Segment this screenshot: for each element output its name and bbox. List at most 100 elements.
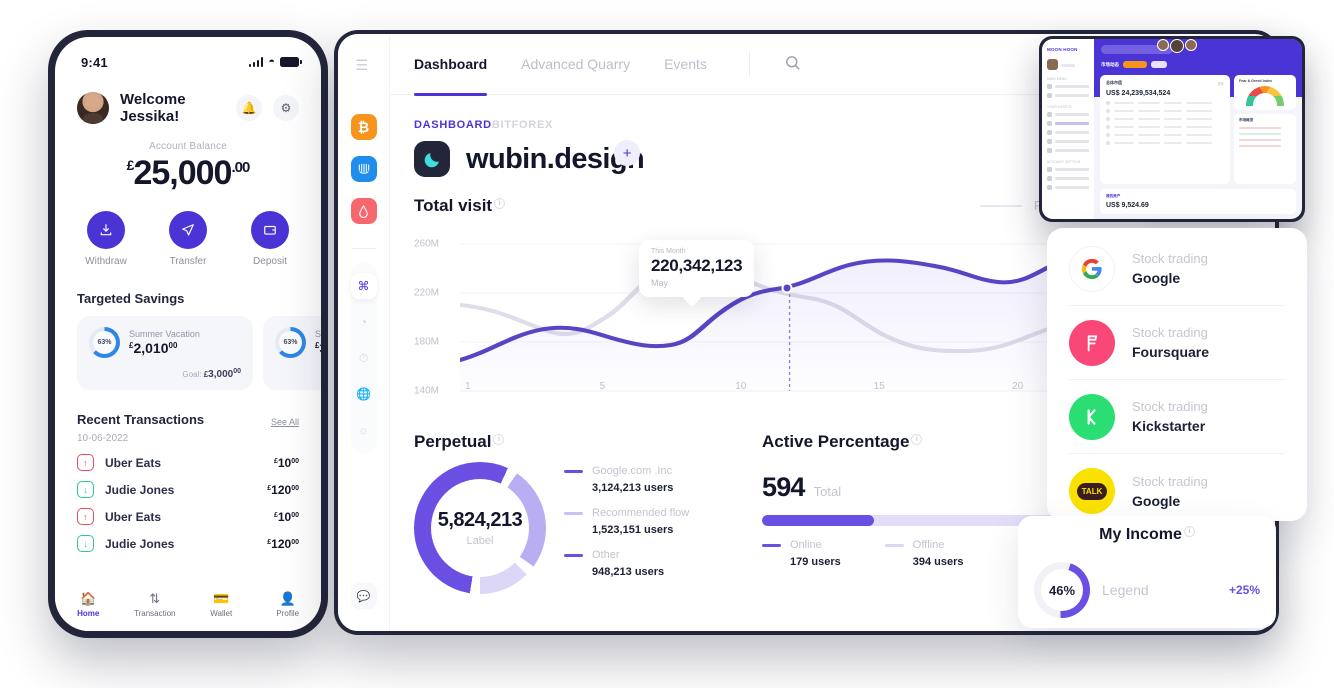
savings-card[interactable]: 63% Summe £3,41 bbox=[263, 316, 321, 390]
send-icon bbox=[169, 211, 207, 249]
withdraw-label: Withdraw bbox=[85, 256, 127, 267]
tab-advanced-quarry[interactable]: Advanced Quarry bbox=[521, 34, 630, 95]
stock-text: Stock trading Foursquare bbox=[1132, 325, 1209, 360]
mini-chip[interactable] bbox=[1151, 61, 1167, 68]
mini-overview-title: 市场概览 bbox=[1239, 118, 1254, 122]
savings-card-head: 63% Summer Vacation £2,01000 bbox=[89, 327, 241, 358]
status-icons: ◓ bbox=[248, 57, 302, 68]
globe-icon[interactable]: 🌐 bbox=[351, 381, 377, 407]
stock-row[interactable]: Stock trading Kickstarter bbox=[1069, 380, 1285, 454]
mini-nav-item[interactable] bbox=[1047, 84, 1089, 89]
tab-dashboard[interactable]: Dashboard bbox=[414, 34, 488, 96]
chat-icon[interactable]: 💬 bbox=[350, 583, 377, 609]
mini-chip[interactable] bbox=[1123, 61, 1147, 68]
chart-tooltip: This Month 220,342,123 May bbox=[639, 240, 755, 297]
legend-swatch bbox=[762, 543, 781, 547]
menu-icon[interactable]: ☰ bbox=[356, 58, 372, 72]
stock-subtitle: Stock trading bbox=[1132, 325, 1208, 340]
mini-table-row bbox=[1106, 109, 1224, 113]
legend-name: Online bbox=[790, 539, 822, 551]
notification-bell-button[interactable]: 🔔 bbox=[236, 95, 262, 121]
info-icon[interactable]: i bbox=[493, 434, 505, 445]
withdraw-button[interactable]: Withdraw bbox=[81, 211, 131, 267]
savings-card[interactable]: 63% Summer Vacation £2,01000 Goal: £3,00… bbox=[77, 316, 253, 390]
x-axis-tick: 1 bbox=[465, 381, 471, 392]
mini-nav-item[interactable] bbox=[1047, 93, 1089, 98]
phone-status-bar: 9:41 ◓ bbox=[55, 37, 321, 77]
x-axis-tick: 20 bbox=[1012, 381, 1024, 392]
account-balance: Account Balance £25,000.00 bbox=[55, 141, 321, 193]
bitcoin-icon[interactable]: ₿ bbox=[350, 114, 377, 140]
donut-chart: 5,824,213 Label bbox=[414, 462, 546, 594]
quick-actions: Withdraw Transfer Deposit bbox=[55, 211, 321, 267]
mini-section-label: MAIN MENU bbox=[1047, 77, 1068, 81]
mini-card-amount: US$ 24,239,534,524 bbox=[1106, 90, 1171, 97]
mini-nav-item[interactable] bbox=[1047, 167, 1089, 172]
kakaotalk-icon: TALK bbox=[1069, 468, 1115, 514]
see-all-link[interactable]: See All bbox=[271, 417, 299, 427]
tab-wallet[interactable]: 💳 Wallet bbox=[192, 592, 250, 619]
my-income-card: My Income i 46% Legend +25% bbox=[1018, 516, 1276, 628]
legend-head: Offline bbox=[884, 539, 964, 551]
legend-item: Other 948,213 users bbox=[564, 549, 689, 578]
mini-nav-item[interactable] bbox=[1047, 130, 1089, 135]
mini-nav-item[interactable] bbox=[1047, 112, 1089, 117]
legend-head: Other bbox=[564, 549, 689, 561]
cellular-signal-icon bbox=[248, 57, 264, 67]
mini-dashboard-preview[interactable]: MOON HOON MAIN MENU YOUR ASSETS ACCOUNT … bbox=[1039, 36, 1305, 222]
add-button[interactable]: + bbox=[614, 140, 641, 166]
mini-nav-item[interactable] bbox=[1047, 121, 1089, 126]
stock-row[interactable]: Stock trading Google bbox=[1069, 232, 1285, 306]
savings-list[interactable]: 63% Summer Vacation £2,01000 Goal: £3,00… bbox=[55, 306, 321, 390]
transaction-value: 10 bbox=[277, 509, 292, 524]
deposit-button[interactable]: Deposit bbox=[245, 211, 295, 267]
donut-legend: Google.com .Inc 3,124,213 users Recommen… bbox=[564, 465, 689, 591]
savings-card-text: Summer Vacation £2,01000 bbox=[129, 329, 200, 356]
command-icon[interactable]: ⌘ bbox=[350, 273, 377, 299]
transaction-row[interactable]: ↑ Uber Eats £1000 bbox=[55, 498, 321, 525]
mini-table-row bbox=[1106, 117, 1224, 121]
stock-name: Kickstarter bbox=[1132, 418, 1206, 434]
transaction-row[interactable]: ↑ Uber Eats £1000 bbox=[55, 444, 321, 471]
transaction-row[interactable]: ↓ Judie Jones £12000 bbox=[55, 471, 321, 498]
mini-nav-item[interactable] bbox=[1047, 176, 1089, 181]
transaction-name: Judie Jones bbox=[105, 482, 175, 497]
stock-trading-card: Stock trading Google Stock trading Fours… bbox=[1047, 228, 1307, 521]
airbnb-icon[interactable] bbox=[350, 198, 377, 224]
info-icon[interactable]: i bbox=[1183, 526, 1195, 537]
savings-value: 2,010 bbox=[133, 340, 169, 356]
pie-chart-icon[interactable]: ◔ bbox=[351, 309, 377, 335]
tab-transaction[interactable]: ⇅ Transaction bbox=[126, 592, 184, 619]
mini-nav-item[interactable] bbox=[1047, 139, 1089, 144]
settings-button[interactable]: ⚙ bbox=[273, 95, 299, 121]
transaction-row[interactable]: ↓ Judie Jones £12000 bbox=[55, 525, 321, 552]
y-axis-tick: 220M bbox=[414, 287, 440, 299]
tab-events-label: Events bbox=[664, 56, 707, 72]
legend-name: Offline bbox=[912, 539, 945, 551]
arrow-up-icon: ↑ bbox=[77, 508, 94, 525]
tab-wallet-label: Wallet bbox=[210, 609, 233, 618]
x-axis-tick: 15 bbox=[873, 381, 885, 392]
clock-icon[interactable]: ⏱ bbox=[351, 345, 377, 371]
tab-events[interactable]: Events bbox=[664, 34, 707, 95]
transaction-amount: £1000 bbox=[274, 456, 299, 470]
tab-advanced-quarry-label: Advanced Quarry bbox=[521, 56, 631, 72]
info-icon[interactable]: i bbox=[911, 434, 923, 445]
mini-nav-item[interactable] bbox=[1047, 148, 1089, 153]
mini-hero-tab[interactable]: 市场动态 bbox=[1101, 62, 1119, 68]
search-icon[interactable] bbox=[784, 54, 801, 75]
info-icon[interactable]: i bbox=[494, 197, 506, 209]
sun-icon[interactable]: ☼ bbox=[351, 417, 377, 443]
profile-icon: 👤 bbox=[279, 591, 296, 606]
mini-card-more[interactable]: 更多 bbox=[1218, 81, 1224, 86]
stock-row[interactable]: Stock trading Foursquare bbox=[1069, 306, 1285, 380]
income-percent: 46% bbox=[1048, 582, 1076, 598]
stock-name: Foursquare bbox=[1132, 344, 1210, 360]
intercom-icon[interactable] bbox=[350, 156, 377, 182]
tab-home[interactable]: 🏠 Home bbox=[59, 592, 117, 619]
kickstarter-icon bbox=[1069, 393, 1115, 440]
transfer-button[interactable]: Transfer bbox=[163, 211, 213, 267]
mini-nav-item[interactable] bbox=[1047, 185, 1089, 190]
foursquare-icon bbox=[1069, 319, 1115, 366]
tab-profile[interactable]: 👤 Profile bbox=[259, 591, 317, 619]
